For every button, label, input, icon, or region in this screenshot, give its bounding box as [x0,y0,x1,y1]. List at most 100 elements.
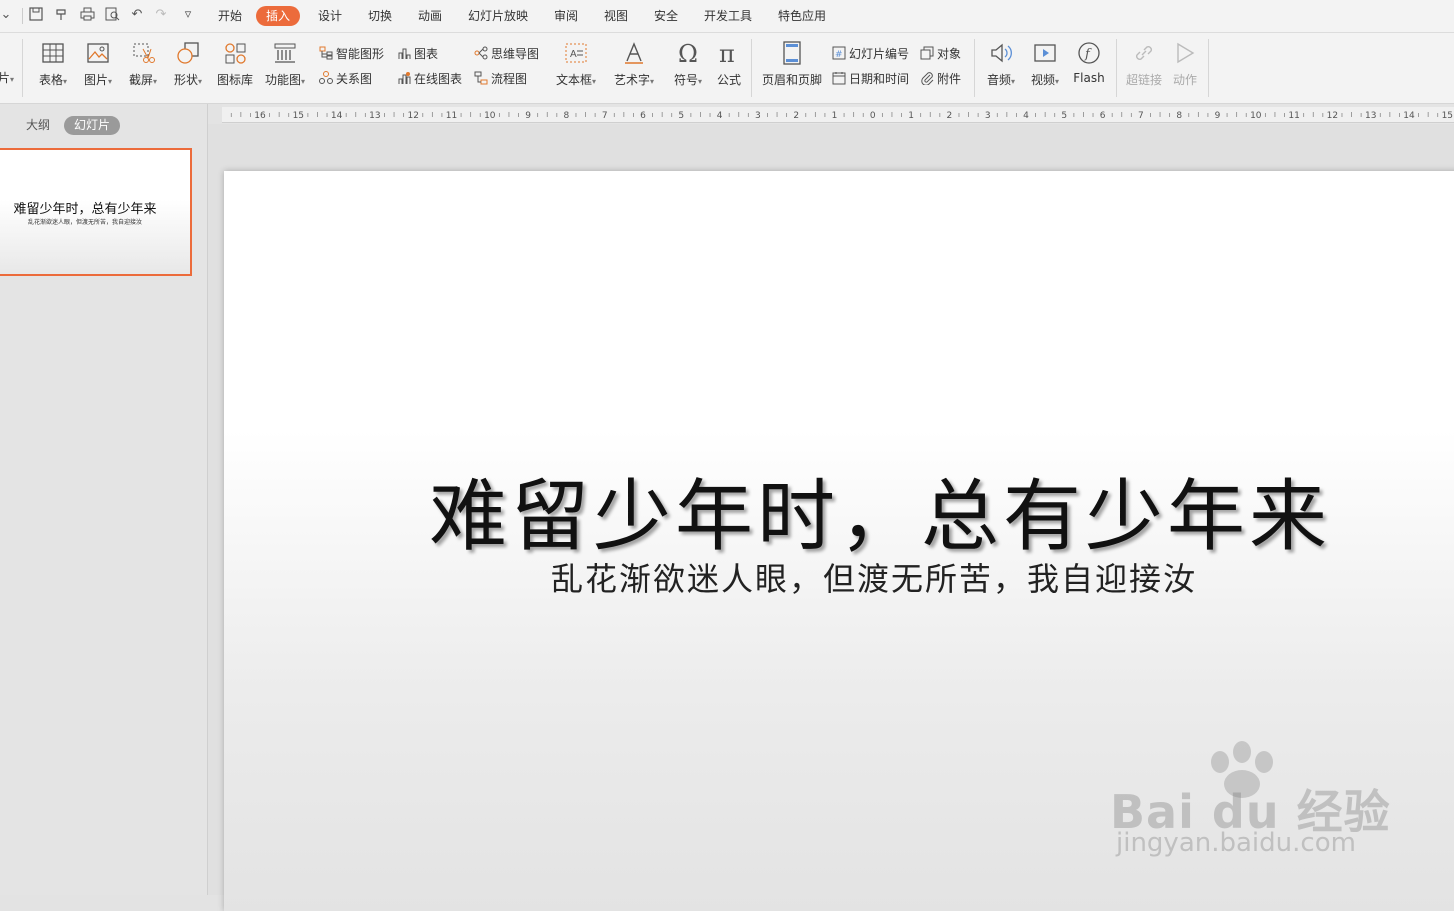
flowchart-button[interactable]: 流程图 [474,70,527,88]
play-icon [1177,42,1195,64]
tab-design[interactable]: 设计 [316,6,344,26]
video-icon [1034,44,1056,62]
attachment-button[interactable]: 附件 [920,70,961,88]
ruler-label: 15 [293,111,304,121]
tab-slideshow[interactable]: 幻灯片放映 [466,6,530,26]
mindmap-icon [474,46,488,60]
object-label: 对象 [937,47,962,61]
tab-home[interactable]: 开始 [216,6,244,26]
tab-special-apps[interactable]: 特色应用 [776,6,828,26]
svg-text:Ω: Ω [678,41,698,65]
hyperlink-button[interactable]: 超链接 [1124,41,1164,99]
ruler-label: 14 [1403,111,1415,121]
header-footer-button[interactable]: 页眉和页脚 [759,41,825,99]
date-time-button[interactable]: 日期和时间 [832,70,909,88]
textbox-button[interactable]: A 文本框▾ [552,41,600,99]
paperclip-icon [921,72,934,85]
table-button[interactable]: 表格▾ [34,41,72,99]
slide-subtitle[interactable]: 乱花渐欲迷人眼，但渡无所苦，我自迎接汝 [429,554,1319,600]
attachment-label: 附件 [937,72,962,86]
ruler-label: 13 [1365,111,1376,121]
function-chart-icon [274,43,296,63]
clipped-button[interactable]: 片▾ [0,69,14,87]
dropdown-arrow-icon: ▾ [153,77,158,86]
divider [1208,39,1209,97]
thumbnail-title: 难留少年时，总有少年来 [13,202,157,217]
ruler-label: 9 [1215,111,1221,121]
link-icon [1136,46,1152,60]
video-button[interactable]: 视频▾ [1026,41,1064,99]
watermark-url: jingyan.baidu.com [1116,828,1356,858]
screenshot-label: 截屏 [128,73,153,87]
ruler-label: 15 [1442,111,1453,121]
chart-button[interactable]: 图表 [397,45,438,63]
tab-animation[interactable]: 动画 [416,6,444,26]
bar-chart-icon [398,48,411,59]
slide-thumbnail[interactable]: 难留少年时，总有少年来 乱花渐欲迷人眼，但渡无所苦，我自迎接汝 [0,148,192,276]
icon-library-button[interactable]: 图标库 [215,41,255,99]
chevron-down-icon[interactable]: ⌄ [0,7,12,23]
tab-developer[interactable]: 开发工具 [702,6,754,26]
formula-label: 公式 [716,73,741,87]
slide-number-button[interactable]: # 幻灯片编号 [832,45,909,63]
tab-review[interactable]: 审阅 [552,6,580,26]
ruler-label: 5 [678,111,684,121]
ruler-label: 11 [1288,111,1299,121]
tab-view[interactable]: 视图 [602,6,630,26]
picture-button[interactable]: 图片▾ [80,41,116,99]
screenshot-button[interactable]: 截屏▾ [124,41,162,99]
slide-title[interactable]: 难留少年时，总有少年来 [429,454,1327,566]
customize-qa-icon[interactable]: ▿ [180,7,196,23]
ruler-label: 2 [793,111,799,121]
table-label: 表格 [38,73,63,87]
wordart-button[interactable]: 艺术字▾ [610,41,658,99]
icon-library-icon [225,43,246,64]
divider [22,39,23,97]
audio-button[interactable]: 音频▾ [982,41,1020,99]
wordart-icon [625,42,643,64]
action-button[interactable]: 动作 [1168,41,1202,99]
tab-slides[interactable]: 幻灯片 [64,116,121,135]
ruler-label: 5 [1061,111,1067,121]
relation-chart-button[interactable]: 关系图 [319,70,372,88]
svg-text:π: π [719,41,735,65]
shape-button[interactable]: 形状▾ [169,41,207,99]
dropdown-arrow-icon: ▾ [592,77,597,86]
dropdown-arrow-icon: ▾ [301,77,306,86]
picture-icon [87,43,109,63]
scissors-icon [133,43,155,63]
symbol-button[interactable]: Ω 符号▾ [668,41,708,99]
textbox-label: 文本框 [555,73,592,87]
horizontal-ruler: 16 15 14 13 12 11 10 9 8 7 6 5 4 3 2 1 0 1 2 3 4 5 6 7 8 9 10 11 12 1… [222,104,1454,124]
tab-transition[interactable]: 切换 [366,6,394,26]
online-chart-button[interactable]: 在线图表 [397,70,462,88]
flash-button[interactable]: f Flash [1070,41,1108,99]
mindmap-label: 思维导图 [491,47,540,61]
date-time-label: 日期和时间 [849,72,910,86]
tab-insert[interactable]: 插入 [256,6,301,26]
smart-art-button[interactable]: 智能图形 [319,45,384,63]
mindmap-button[interactable]: 思维导图 [474,45,539,63]
redo-icon[interactable]: ↷ [153,7,169,23]
tab-outline[interactable]: 大纲 [26,116,50,135]
ruler-label: 16 [254,111,266,121]
print-icon[interactable] [79,7,95,23]
object-button[interactable]: 对象 [920,45,961,63]
omega-icon: Ω [678,41,698,65]
formula-button[interactable]: π 公式 [713,41,745,99]
undo-icon[interactable]: ↶ [129,7,145,23]
tab-security[interactable]: 安全 [652,6,680,26]
slides-panel: 大纲 幻灯片 难留少年时，总有少年来 乱花渐欲迷人眼，但渡无所苦，我自迎接汝 [0,104,208,895]
ruler-label: 12 [407,111,418,121]
relation-icon [319,71,333,84]
format-painter-icon[interactable] [54,7,70,23]
save-icon[interactable] [28,7,44,23]
clipped-label: 片 [0,71,11,85]
ruler-label: 1 [908,111,914,121]
ruler-label: 11 [446,111,457,121]
print-preview-icon[interactable] [104,7,120,23]
chart-label: 图表 [414,47,439,61]
ribbon-insert: 片▾ 表格▾ 图片▾ 截屏▾ 形状▾ 图标库 功能图▾ 智能图形 图表 关系图 … [0,33,1454,104]
function-chart-button[interactable]: 功能图▾ [262,41,308,99]
ruler-label: 12 [1327,111,1338,121]
